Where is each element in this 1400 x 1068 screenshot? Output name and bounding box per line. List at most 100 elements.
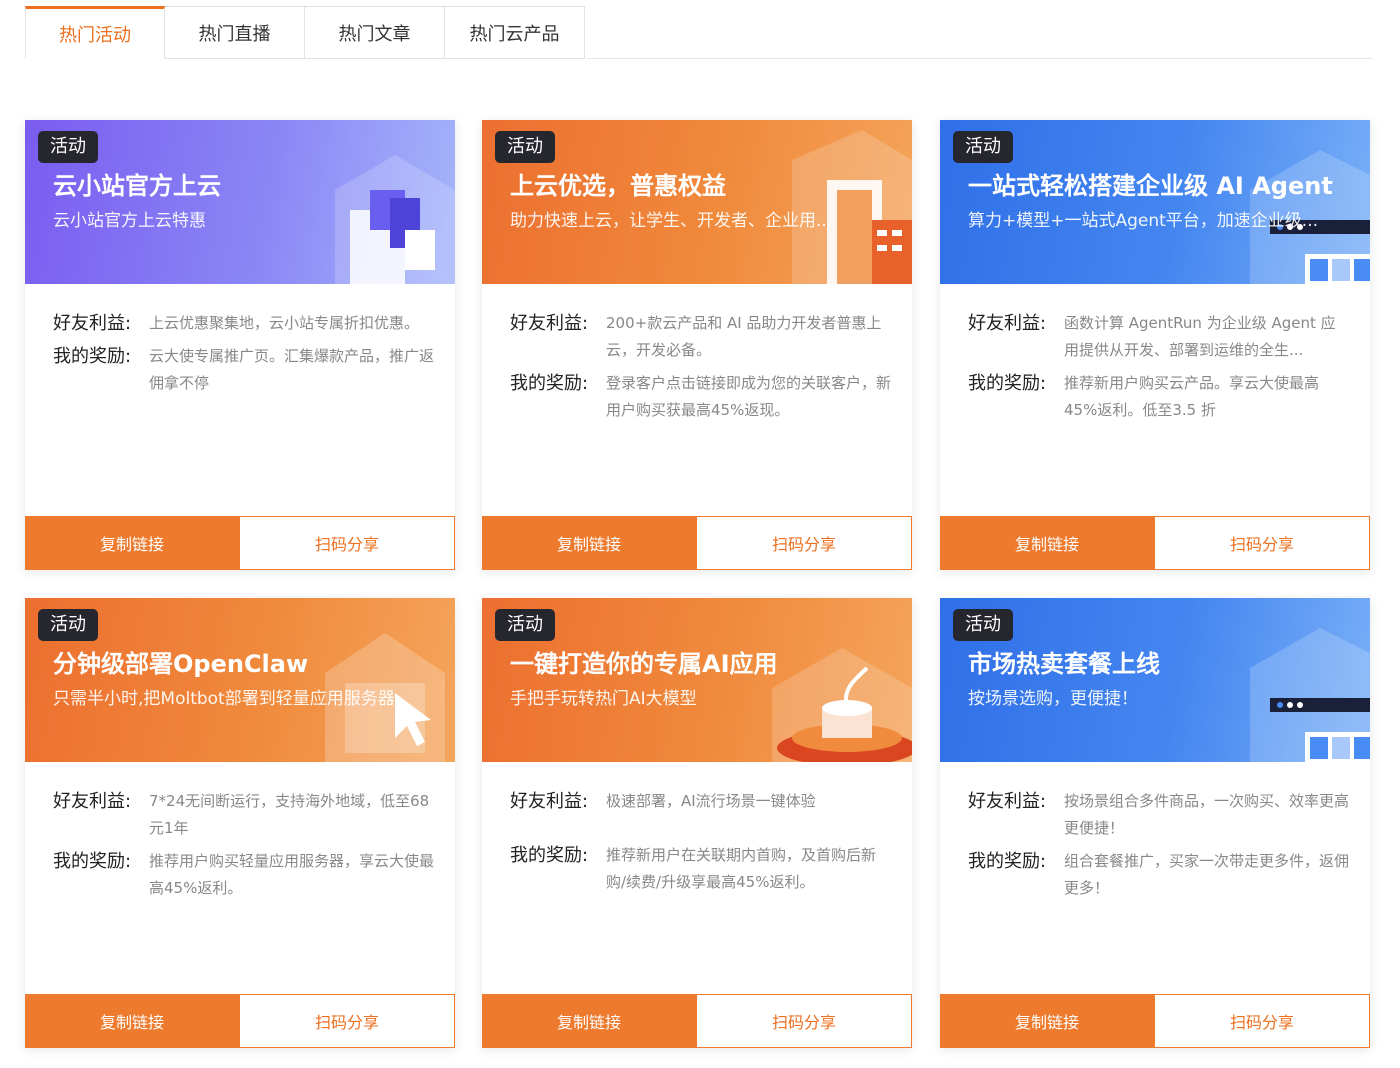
activity-card: 活动 分钟级部署OpenClaw 只需半小时,把Moltbot部署到轻量应用服务… <box>25 598 455 1048</box>
tab-hot-live[interactable]: 热门直播 <box>165 6 305 59</box>
copy-link-button[interactable]: 复制链接 <box>25 994 239 1048</box>
card-actions: 复制链接 扫码分享 <box>25 516 455 570</box>
tab-divider <box>586 58 1373 59</box>
card-title: 上云优选，普惠权益 <box>510 172 726 200</box>
qr-share-button[interactable]: 扫码分享 <box>239 994 455 1048</box>
activity-card: 活动 一站式轻松搭建企业级 AI Agent 算力+模型+一站式Agent平台，… <box>940 120 1370 570</box>
building-illustration-icon <box>792 130 912 284</box>
my-reward-text: 推荐新用户购买云产品。享云大使最高45%返利。低至3.5 折 <box>1064 374 1320 419</box>
card-title: 分钟级部署OpenClaw <box>53 650 309 678</box>
friend-benefit-row: 好友利益: 7*24无间断运行，支持海外地域，低至68元1年 <box>53 788 435 842</box>
house-cursor-illustration-icon <box>325 633 445 762</box>
qr-share-button[interactable]: 扫码分享 <box>696 516 912 570</box>
activity-card: 活动 上云优选，普惠权益 助力快速上云，让学生、开发者、企业用... 好友利益:… <box>482 120 912 570</box>
my-reward-text: 登录客户点击链接即成为您的关联客户，新用户购买获最高45%返现。 <box>606 374 892 419</box>
activity-tag: 活动 <box>38 131 98 163</box>
card-body: 好友利益: 200+款云产品和 AI 品助力开发者普惠上云，开发必备。 我的奖励… <box>482 284 912 516</box>
card-subtitle: 手把手玩转热门AI大模型 <box>510 689 697 709</box>
activity-tag: 活动 <box>953 609 1013 641</box>
qr-share-button[interactable]: 扫码分享 <box>696 994 912 1048</box>
card-actions: 复制链接 扫码分享 <box>940 516 1370 570</box>
cube-tower-illustration-icon <box>335 155 455 284</box>
activity-card: 活动 云小站官方上云 云小站官方上云特惠 好友利益: 上云优惠聚集地，云小站专属… <box>25 120 455 570</box>
friend-benefit-label: 好友利益: <box>968 313 1047 334</box>
my-reward-label: 我的奖励: <box>968 373 1047 394</box>
qr-share-button[interactable]: 扫码分享 <box>239 516 455 570</box>
my-reward-row: 我的奖励: 推荐用户购买轻量应用服务器，享云大使最高45%返利。 <box>53 848 435 902</box>
card-body: 好友利益: 上云优惠聚集地，云小站专属折扣优惠。 我的奖励: 云大使专属推广页。… <box>25 284 455 516</box>
friend-benefit-row: 好友利益: 上云优惠聚集地，云小站专属折扣优惠。 <box>53 310 435 337</box>
tab-bar: 热门活动 热门直播 热门文章 热门云产品 <box>25 6 585 59</box>
card-subtitle: 算力+模型+一站式Agent平台，加速企业级... <box>968 211 1319 231</box>
card-title: 市场热卖套餐上线 <box>968 650 1160 678</box>
card-body: 好友利益: 极速部署，AI流行场景一键体验 我的奖励: 推荐新用户在关联期内首购… <box>482 762 912 994</box>
card-body: 好友利益: 7*24无间断运行，支持海外地域，低至68元1年 我的奖励: 推荐用… <box>25 762 455 994</box>
card-actions: 复制链接 扫码分享 <box>482 516 912 570</box>
my-reward-text: 推荐新用户在关联期内首购，及首购后新购/续费/升级享最高45%返利。 <box>606 846 877 891</box>
friend-benefit-label: 好友利益: <box>968 791 1047 812</box>
card-actions: 复制链接 扫码分享 <box>482 994 912 1048</box>
friend-benefit-text: 按场景组合多件商品，一次购买、效率更高更便捷！ <box>1064 792 1350 837</box>
activity-tag: 活动 <box>495 609 555 641</box>
my-reward-row: 我的奖励: 推荐新用户在关联期内首购，及首购后新购/续费/升级享最高45%返利。 <box>510 842 892 896</box>
my-reward-label: 我的奖励: <box>53 346 132 367</box>
activity-tag: 活动 <box>953 131 1013 163</box>
activity-card: 活动 一键打造你的专属AI应用 手把手玩转热门AI大模型 好友利益: 极速部署，… <box>482 598 912 1048</box>
tab-hot-articles[interactable]: 热门文章 <box>305 6 445 59</box>
card-body: 好友利益: 函数计算 AgentRun 为企业级 Agent 应用提供从开发、部… <box>940 284 1370 516</box>
card-actions: 复制链接 扫码分享 <box>25 994 455 1048</box>
card-subtitle: 助力快速上云，让学生、开发者、企业用... <box>510 211 833 231</box>
activity-tag: 活动 <box>38 609 98 641</box>
podium-illustration-icon <box>772 648 912 762</box>
my-reward-row: 我的奖励: 云大使专属推广页。汇集爆款产品，推广返佣拿不停 <box>53 343 435 397</box>
friend-benefit-text: 7*24无间断运行，支持海外地域，低至68元1年 <box>149 792 430 837</box>
browser-window-illustration-icon <box>1250 150 1370 284</box>
card-subtitle: 只需半小时,把Moltbot部署到轻量应用服务器 <box>53 689 395 709</box>
my-reward-text: 组合套餐推广，买家一次带走更多件，返佣更多！ <box>1064 852 1350 897</box>
activity-tag: 活动 <box>495 131 555 163</box>
card-title: 一键打造你的专属AI应用 <box>510 650 778 678</box>
copy-link-button[interactable]: 复制链接 <box>25 516 239 570</box>
card-banner[interactable]: 活动 一站式轻松搭建企业级 AI Agent 算力+模型+一站式Agent平台，… <box>940 120 1370 284</box>
card-banner[interactable]: 活动 云小站官方上云 云小站官方上云特惠 <box>25 120 455 284</box>
card-subtitle: 按场景选购，更便捷！ <box>968 689 1138 709</box>
friend-benefit-label: 好友利益: <box>53 791 132 812</box>
card-banner[interactable]: 活动 上云优选，普惠权益 助力快速上云，让学生、开发者、企业用... <box>482 120 912 284</box>
friend-benefit-row: 好友利益: 200+款云产品和 AI 品助力开发者普惠上云，开发必备。 <box>510 310 892 364</box>
card-title: 云小站官方上云 <box>53 172 221 200</box>
card-actions: 复制链接 扫码分享 <box>940 994 1370 1048</box>
my-reward-row: 我的奖励: 推荐新用户购买云产品。享云大使最高45%返利。低至3.5 折 <box>968 370 1350 424</box>
friend-benefit-row: 好友利益: 极速部署，AI流行场景一键体验 <box>510 788 892 815</box>
my-reward-label: 我的奖励: <box>510 373 589 394</box>
friend-benefit-row: 好友利益: 函数计算 AgentRun 为企业级 Agent 应用提供从开发、部… <box>968 310 1350 364</box>
copy-link-button[interactable]: 复制链接 <box>940 516 1154 570</box>
browser-window-illustration-icon <box>1250 628 1370 762</box>
copy-link-button[interactable]: 复制链接 <box>940 994 1154 1048</box>
friend-benefit-label: 好友利益: <box>510 313 589 334</box>
card-banner[interactable]: 活动 一键打造你的专属AI应用 手把手玩转热门AI大模型 <box>482 598 912 762</box>
friend-benefit-text: 极速部署，AI流行场景一键体验 <box>606 792 816 810</box>
tab-hot-activities[interactable]: 热门活动 <box>25 6 165 59</box>
card-banner[interactable]: 活动 分钟级部署OpenClaw 只需半小时,把Moltbot部署到轻量应用服务… <box>25 598 455 762</box>
qr-share-button[interactable]: 扫码分享 <box>1154 516 1370 570</box>
my-reward-row: 我的奖励: 组合套餐推广，买家一次带走更多件，返佣更多！ <box>968 848 1350 902</box>
card-banner[interactable]: 活动 市场热卖套餐上线 按场景选购，更便捷！ <box>940 598 1370 762</box>
card-body: 好友利益: 按场景组合多件商品，一次购买、效率更高更便捷！ 我的奖励: 组合套餐… <box>940 762 1370 994</box>
copy-link-button[interactable]: 复制链接 <box>482 994 696 1048</box>
my-reward-row: 我的奖励: 登录客户点击链接即成为您的关联客户，新用户购买获最高45%返现。 <box>510 370 892 424</box>
activity-card: 活动 市场热卖套餐上线 按场景选购，更便捷！ 好友利益: 按场景组合多件商品，一… <box>940 598 1370 1048</box>
my-reward-text: 云大使专属推广页。汇集爆款产品，推广返佣拿不停 <box>149 347 435 392</box>
my-reward-label: 我的奖励: <box>968 851 1047 872</box>
friend-benefit-text: 函数计算 AgentRun 为企业级 Agent 应用提供从开发、部署到运维的全… <box>1064 314 1336 359</box>
tab-hot-cloud-products[interactable]: 热门云产品 <box>445 6 585 59</box>
card-title: 一站式轻松搭建企业级 AI Agent <box>968 172 1333 200</box>
friend-benefit-label: 好友利益: <box>53 313 132 334</box>
my-reward-text: 推荐用户购买轻量应用服务器，享云大使最高45%返利。 <box>149 852 435 897</box>
my-reward-label: 我的奖励: <box>510 845 589 866</box>
card-subtitle: 云小站官方上云特惠 <box>53 211 206 231</box>
copy-link-button[interactable]: 复制链接 <box>482 516 696 570</box>
friend-benefit-label: 好友利益: <box>510 791 589 812</box>
friend-benefit-row: 好友利益: 按场景组合多件商品，一次购买、效率更高更便捷！ <box>968 788 1350 842</box>
friend-benefit-text: 200+款云产品和 AI 品助力开发者普惠上云，开发必备。 <box>606 314 882 359</box>
qr-share-button[interactable]: 扫码分享 <box>1154 994 1370 1048</box>
